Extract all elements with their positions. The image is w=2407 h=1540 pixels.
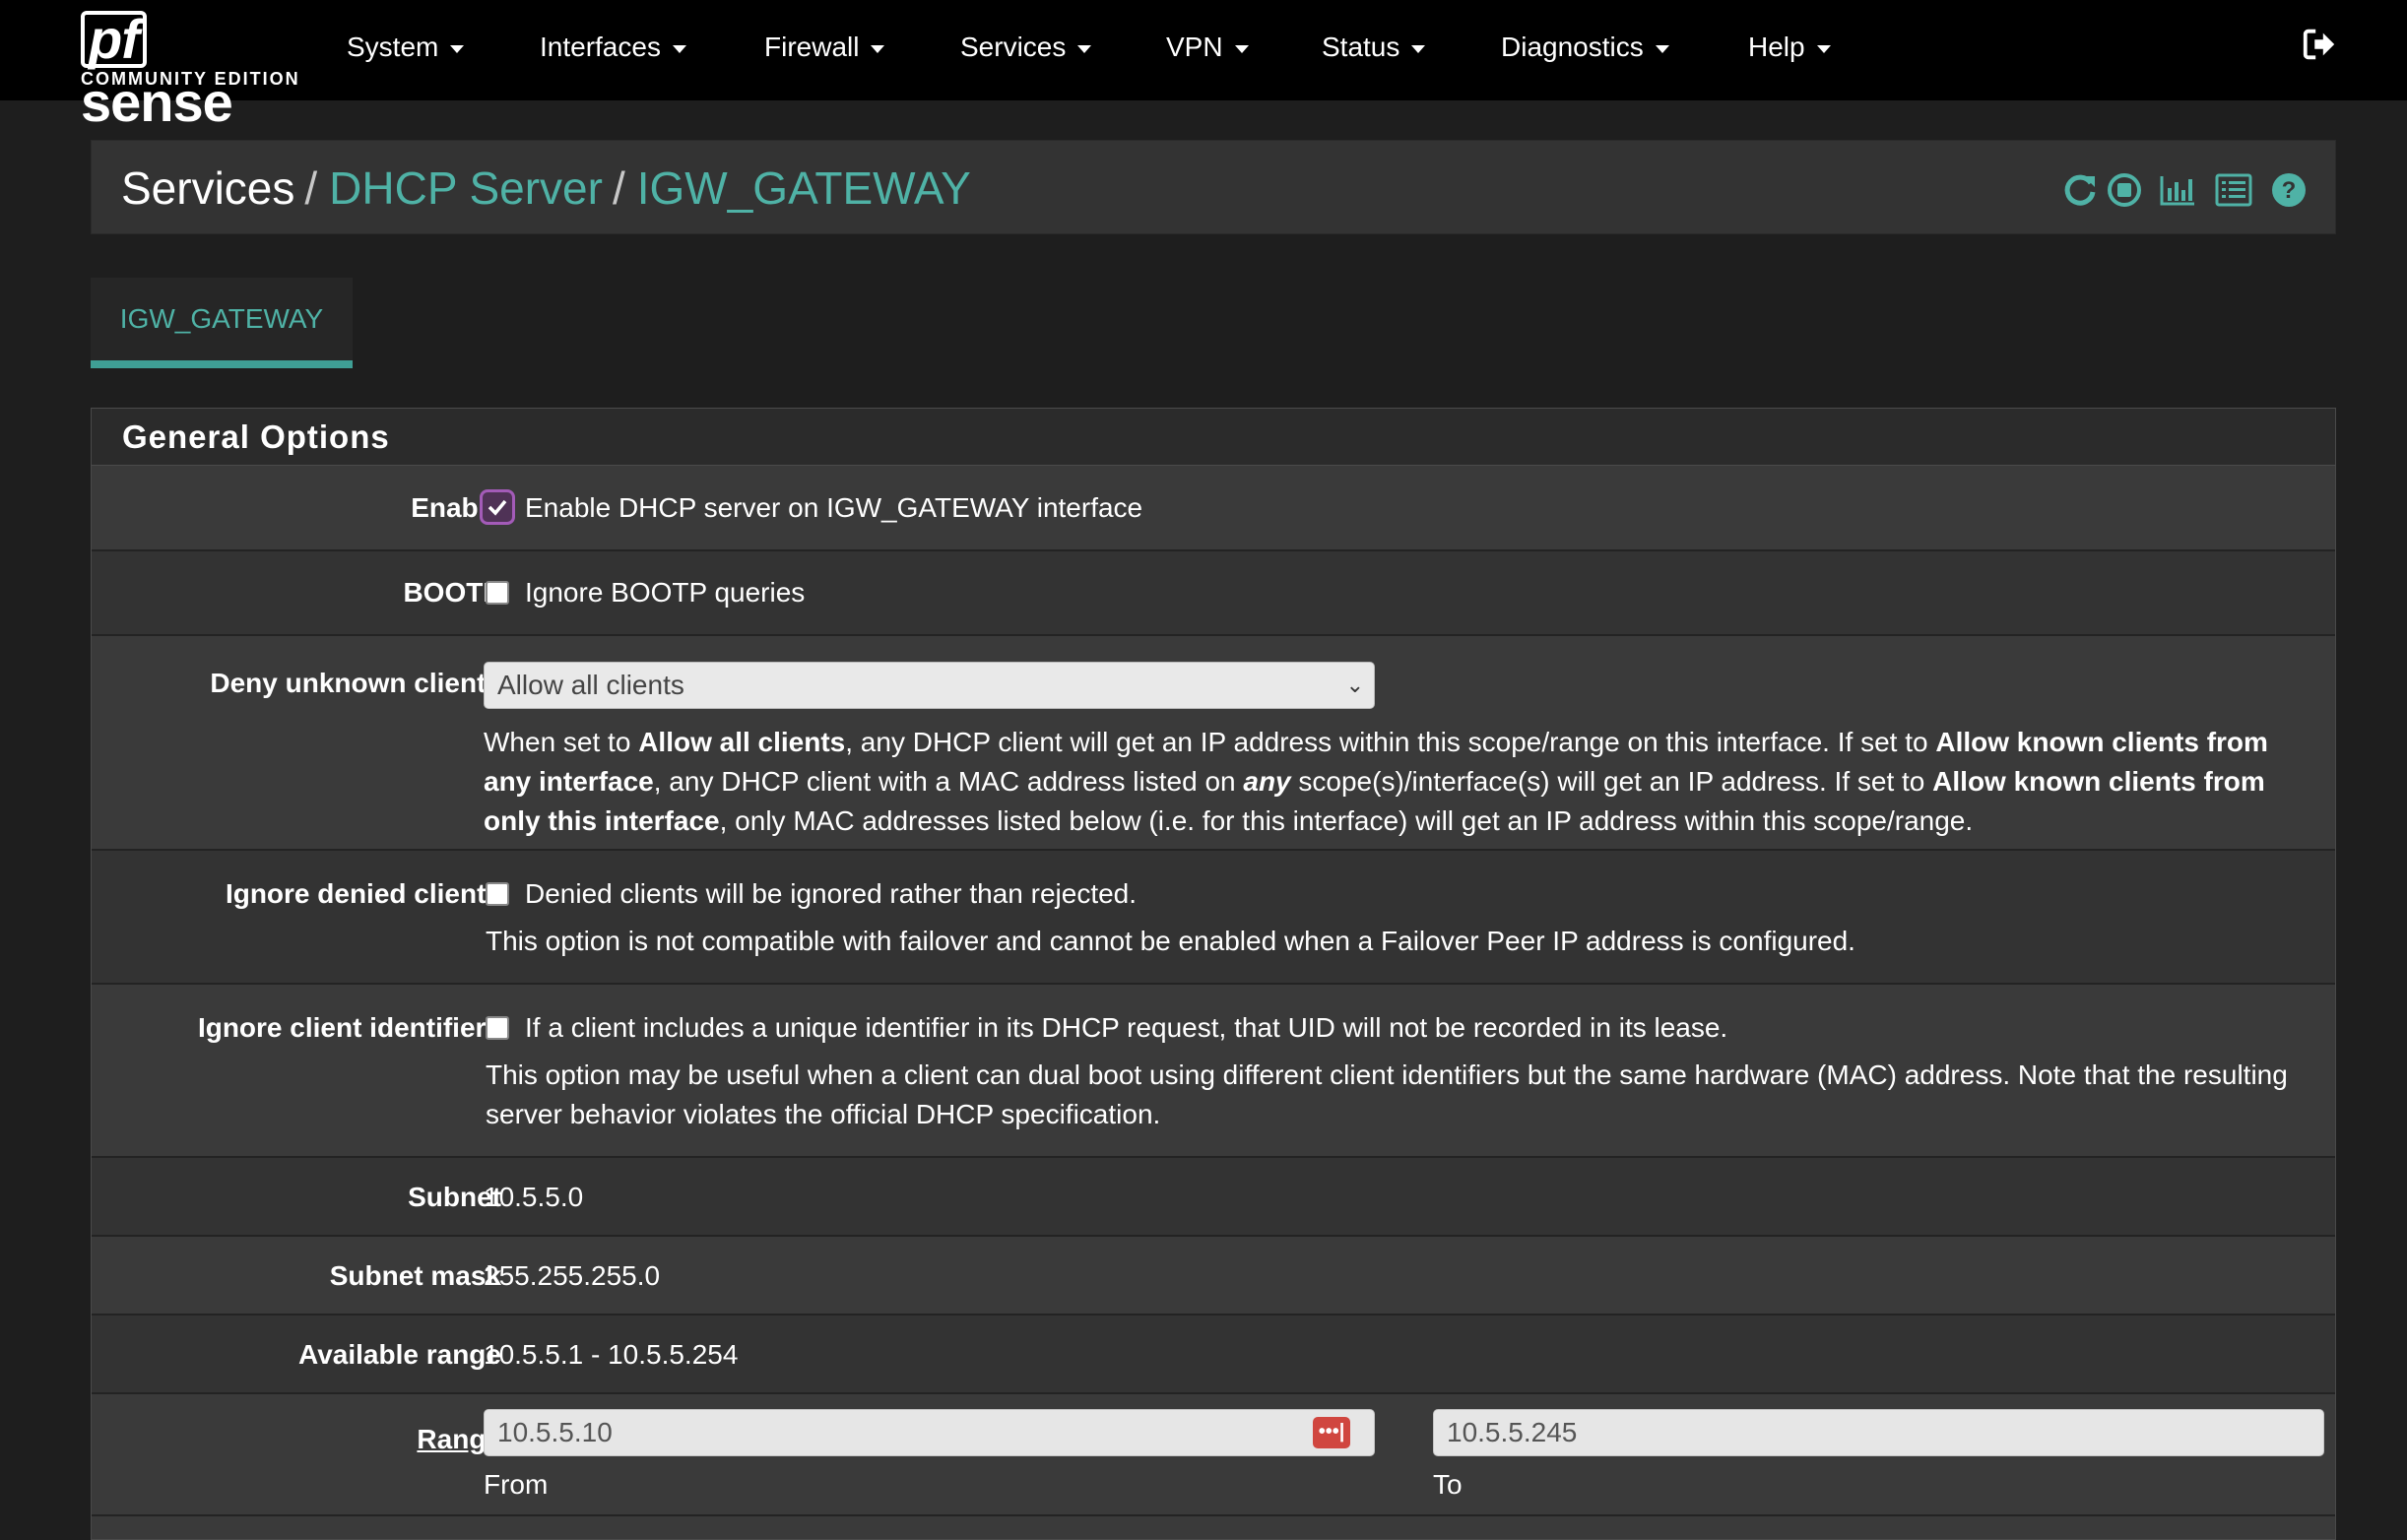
top-navbar: pfsense COMMUNITY EDITION System Interfa… [0,0,2407,133]
panel-heading: General Options [92,409,2335,466]
nav-label: Interfaces [540,32,661,62]
available-range-label: Available range [298,1339,501,1370]
ignore-denied-text: Denied clients will be ignored rather th… [525,878,1138,909]
nav-label: Diagnostics [1501,32,1644,62]
caret-down-icon [1234,44,1249,53]
page-header: Services / DHCP Server / IGW_GATEWAY ? [91,140,2336,234]
help-text: , any DHCP client with a MAC address lis… [653,766,1244,797]
tab-igw-gateway[interactable]: IGW_GATEWAY [91,278,353,368]
bootp-row: BOOTP Ignore BOOTP queries [92,551,2335,636]
nav-system[interactable]: System [347,28,465,67]
bootp-text: Ignore BOOTP queries [525,577,806,608]
help-text: When set to [484,727,639,757]
caret-down-icon [450,44,465,53]
range-to-label: To [1433,1469,1463,1500]
range-to-value: 10.5.5.245 [1447,1417,1578,1447]
logout-icon[interactable] [2301,26,2338,63]
range-to-input[interactable]: 10.5.5.245 [1433,1409,2324,1456]
nav-status[interactable]: Status [1322,28,1426,67]
svg-text:?: ? [2282,177,2297,204]
ignore-denied-label: Ignore denied clients [225,878,501,909]
subnet-mask-label: Subnet mask [329,1260,501,1291]
deny-unknown-row: Deny unknown clients Allow all clients ⌄… [92,636,2335,851]
nav-diagnostics[interactable]: Diagnostics [1501,28,1669,67]
ignore-denied-row: Ignore denied clients Denied clients wil… [92,851,2335,985]
range-row: Range 10.5.5.10 •••| From 10.5.5.245 To [92,1394,2335,1516]
caret-down-icon [1655,44,1669,53]
nav-help[interactable]: Help [1748,28,1831,67]
ignore-denied-checkbox[interactable] [486,882,509,906]
breadcrumb: Services / DHCP Server / IGW_GATEWAY [121,160,971,216]
logo-edition: COMMUNITY EDITION [81,69,300,89]
caret-down-icon [1816,44,1831,53]
ignore-client-ids-text: If a client includes a unique identifier… [525,1012,1728,1043]
caret-down-icon [1077,44,1092,53]
enable-row: Enable Enable DHCP server on IGW_GATEWAY… [92,467,2335,551]
ignore-denied-help: This option is not compatible with failo… [486,926,1855,956]
chevron-down-icon: ⌄ [1345,673,1364,697]
password-manager-icon[interactable]: •••| [1313,1417,1350,1448]
nav-firewall[interactable]: Firewall [764,28,885,67]
pfsense-logo[interactable]: pfsense COMMUNITY EDITION [81,8,300,133]
ignore-client-ids-row: Ignore client identifiers If a client in… [92,985,2335,1158]
nav-label: Status [1322,32,1400,62]
subnet-mask-value: 255.255.255.0 [484,1260,661,1291]
enable-text: Enable DHCP server on IGW_GATEWAY interf… [525,492,1143,523]
help-text: , only MAC addresses listed below (i.e. … [719,805,1974,836]
range-from-label: From [484,1469,549,1500]
log-icon[interactable] [2214,170,2253,210]
help-text: scope(s)/interface(s) will get an IP add… [1290,766,1933,797]
ignore-client-ids-help: This option may be useful when a client … [486,1059,2288,1129]
nav-label: System [347,32,439,62]
help-strong: Allow all clients [638,727,846,757]
enable-checkbox[interactable] [480,489,515,525]
caret-down-icon [871,44,885,53]
general-options-panel: General Options Enable Enable DHCP serve… [91,408,2336,1540]
range-from-value: 10.5.5.10 [497,1417,613,1447]
ignore-client-ids-label: Ignore client identifiers [197,1012,501,1043]
select-value: Allow all clients [497,670,684,700]
breadcrumb-services: Services [121,162,295,214]
deny-unknown-help: When set to Allow all clients, any DHCP … [484,723,2315,841]
checkmark-icon [488,499,507,516]
range-from-input[interactable]: 10.5.5.10 [484,1409,1375,1456]
nav-label: Firewall [764,32,860,62]
breadcrumb-dhcp-server[interactable]: DHCP Server [329,162,603,214]
stop-icon[interactable] [2105,170,2144,210]
caret-down-icon [672,44,686,53]
subnet-mask-row: Subnet mask 255.255.255.0 [92,1237,2335,1315]
restart-icon[interactable] [2060,170,2100,210]
nav-services[interactable]: Services [960,28,1092,67]
bootp-checkbox[interactable] [486,581,509,605]
breadcrumb-interface[interactable]: IGW_GATEWAY [637,162,971,214]
help-strong: any [1243,766,1291,797]
caret-down-icon [1411,44,1426,53]
chart-icon[interactable] [2158,170,2197,210]
breadcrumb-separator: / [612,162,625,214]
ignore-client-ids-checkbox[interactable] [486,1016,509,1040]
nav-label: Services [960,32,1067,62]
help-icon[interactable]: ? [2269,170,2309,210]
available-range-value: 10.5.5.1 - 10.5.5.254 [484,1339,739,1370]
subnet-row: Subnet 10.5.5.0 [92,1158,2335,1237]
nav-label: Help [1748,32,1805,62]
deny-unknown-label: Deny unknown clients [210,668,501,698]
nav-interfaces[interactable]: Interfaces [540,28,686,67]
help-text: , any DHCP client will get an IP address… [845,727,1936,757]
subnet-value: 10.5.5.0 [484,1182,584,1212]
nav-label: VPN [1166,32,1223,62]
breadcrumb-separator: / [304,162,318,214]
logo-pf: pf [81,11,147,68]
deny-unknown-select[interactable]: Allow all clients ⌄ [484,662,1375,709]
available-range-row: Available range 10.5.5.1 - 10.5.5.254 [92,1315,2335,1394]
nav-vpn[interactable]: VPN [1166,28,1249,67]
